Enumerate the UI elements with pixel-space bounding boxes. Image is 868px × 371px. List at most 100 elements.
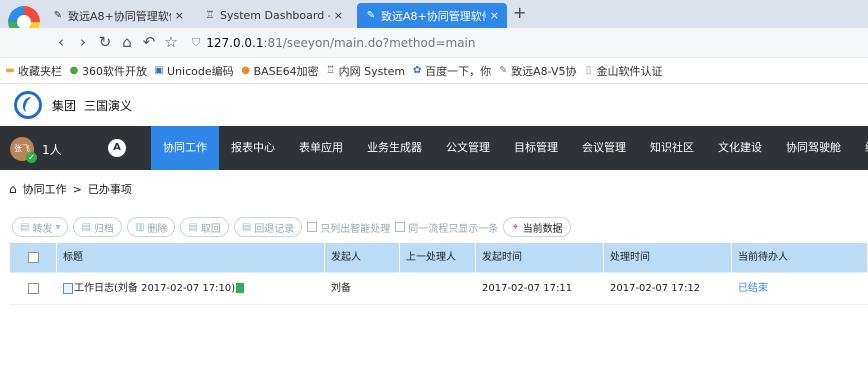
recall-button[interactable]: ▤ 取回	[180, 217, 229, 237]
column-previous[interactable]: 上一处理人	[400, 243, 476, 273]
shield-icon: ⛉	[192, 36, 201, 49]
row-title[interactable]: 工作日志(刘备 2017-02-07 17:10)	[74, 283, 235, 294]
navigation-compass-icon[interactable]: A	[108, 139, 126, 157]
bookmark-label: 金山软件认证	[596, 64, 663, 78]
nav-item-office[interactable]: 综合办公	[853, 126, 868, 170]
a8-icon: ✎	[53, 9, 63, 21]
delete-label: 删除	[147, 223, 168, 235]
start-time-cell: 2017-02-07 17:11	[482, 283, 573, 294]
forward-icon[interactable]: ›	[74, 33, 92, 51]
group-label[interactable]: 集团	[52, 97, 76, 114]
checkbox-box[interactable]	[307, 222, 318, 232]
browser-tab-1[interactable]: ✎ 致远A8+协同管理软件 V ×	[44, 3, 192, 28]
column-handle-time[interactable]: 处理时间	[604, 243, 732, 273]
current-cell[interactable]: 已结束	[732, 273, 868, 305]
nav-item-collaboration[interactable]: 协同工作	[151, 126, 219, 170]
forward-icon: ▤	[20, 221, 30, 233]
bookmark-item[interactable]: ● BASE64加密	[240, 63, 319, 79]
breadcrumb-current: 已办事项	[87, 183, 132, 196]
only-one-checkbox[interactable]: 同一流程只显示一条	[395, 220, 498, 235]
new-tab-button[interactable]: +	[513, 3, 526, 22]
bookmark-item[interactable]: ▬ 收藏夹栏	[4, 63, 62, 79]
nav-item-builder[interactable]: 业务生成器	[355, 126, 434, 170]
select-all-checkbox[interactable]	[28, 251, 39, 263]
nav-item-knowledge[interactable]: 知识社区	[638, 126, 706, 170]
history-button[interactable]: ▤ 回退记录	[233, 217, 303, 237]
star-icon[interactable]: ☆	[162, 33, 180, 51]
browser-tab-3[interactable]: ✎ 致远A8+协同管理软件 V ×	[357, 3, 507, 28]
avatar[interactable]: 张飞 ✓	[10, 137, 37, 163]
avatar-text: 张飞	[14, 144, 30, 153]
bookmark-item[interactable]: ▯ 金山软件认证	[583, 63, 663, 79]
archive-button[interactable]: ▤ 归档	[73, 217, 122, 237]
document-icon	[63, 282, 73, 294]
bookmark-label: 百度一下，你	[425, 64, 492, 78]
close-icon[interactable]: ×	[334, 9, 343, 22]
title-cell[interactable]: 工作日志(刘备 2017-02-07 17:10)	[57, 273, 325, 305]
current-data-label: 当前数据	[522, 223, 563, 235]
bookmark-item[interactable]: ▣ Unicode编码	[153, 63, 234, 79]
a8-icon: ✎	[498, 65, 508, 76]
ribbon-icon: ♖	[326, 65, 336, 76]
nav-item-documents[interactable]: 公文管理	[434, 126, 502, 170]
online-count[interactable]: 1人	[42, 141, 62, 158]
table-header: 标题 发起人 上一处理人 发起时间 处理时间 当前待办人	[10, 243, 868, 273]
bookmark-label: BASE64加密	[253, 64, 319, 78]
table-row[interactable]: 工作日志(刘备 2017-02-07 17:10) 刘备 2017-02-07 …	[10, 273, 868, 305]
base64-icon: ●	[241, 65, 250, 76]
column-title[interactable]: 标题	[57, 243, 325, 273]
previous-cell	[400, 273, 476, 305]
column-sender[interactable]: 发起人	[325, 243, 400, 273]
archive-icon: ▤	[81, 221, 91, 233]
ribbon-icon: ♖	[205, 9, 215, 21]
tab-title: System Dashboard - Se	[220, 9, 330, 22]
current-data-button[interactable]: ✦ 当前数据	[503, 217, 571, 237]
row-checkbox[interactable]	[28, 282, 39, 294]
row-select-cell	[10, 273, 57, 305]
column-current[interactable]: 当前待办人	[732, 243, 868, 273]
address-bar-row: ‹ › ↻ ⌂ ↶ ☆ ⛉ 127.0.0.1:81/seeyon/main.d…	[0, 28, 868, 58]
history-icon: ▤	[241, 221, 252, 233]
column-start-time[interactable]: 发起时间	[476, 243, 604, 273]
sender-cell: 刘备	[331, 283, 351, 294]
bookmark-item[interactable]: ✎ 致远A8-V5协	[497, 63, 577, 79]
360-icon: ●	[69, 65, 79, 76]
back-icon[interactable]: ‹	[52, 33, 70, 51]
close-icon[interactable]: ×	[175, 9, 184, 22]
bookmark-item[interactable]: ✿ 百度一下，你	[411, 63, 491, 79]
home-icon[interactable]: ⌂	[118, 33, 136, 51]
nav-item-forms[interactable]: 表单应用	[287, 126, 355, 170]
nav-item-cockpit[interactable]: 协同驾驶舱	[774, 126, 853, 170]
tab-title: 致远A8+协同管理软件 V	[68, 9, 171, 23]
nav-item-meetings[interactable]: 会议管理	[570, 126, 638, 170]
handle-time-cell: 2017-02-07 17:12	[610, 283, 701, 294]
org-name[interactable]: 三国演义	[84, 97, 132, 114]
browser-tab-strip: ✎ 致远A8+协同管理软件 V × ♖ System Dashboard - S…	[0, 0, 868, 38]
undo-icon[interactable]: ↶	[140, 33, 158, 51]
chevron-down-icon: ▾	[55, 221, 61, 233]
breadcrumb-parent[interactable]: 协同工作	[23, 181, 67, 197]
only-smart-checkbox[interactable]: 只列出智能处理	[307, 220, 390, 235]
breadcrumb-separator: >	[72, 182, 82, 196]
unicode-icon: ▣	[154, 65, 164, 76]
url-input[interactable]: ⛉ 127.0.0.1:81/seeyon/main.do?method=mai…	[192, 32, 852, 54]
toolbar: ▤ 转发 ▾ ▤ 归档 ▥ 删除 ▤ 取回 ▤ 回退记录 只列出智能处理 同一流程只显示一条…	[0, 214, 868, 240]
reload-icon[interactable]: ↻	[96, 33, 114, 51]
nav-item-goals[interactable]: 目标管理	[502, 126, 570, 170]
bookmark-item[interactable]: ♖ 内网 System	[325, 63, 405, 79]
close-icon[interactable]: ×	[490, 9, 499, 22]
archive-label: 归档	[93, 223, 114, 235]
browser-tab-2[interactable]: ♖ System Dashboard - Se ×	[196, 3, 351, 28]
forward-button[interactable]: ▤ 转发 ▾	[12, 217, 69, 237]
nav-item-reports[interactable]: 报表中心	[219, 126, 287, 170]
nav-item-culture[interactable]: 文化建设	[706, 126, 774, 170]
a8-icon: ✎	[366, 9, 376, 21]
home-icon[interactable]: ⌂	[9, 182, 17, 196]
trash-icon: ▥	[134, 221, 145, 233]
checkbox-box[interactable]	[395, 222, 406, 232]
delete-button[interactable]: ▥ 删除	[126, 217, 176, 237]
bookmark-label: Unicode编码	[167, 64, 234, 78]
baidu-icon: ✿	[412, 65, 422, 76]
sparkle-icon: ✦	[511, 221, 520, 233]
bookmark-item[interactable]: ● 360软件开放	[68, 63, 147, 79]
